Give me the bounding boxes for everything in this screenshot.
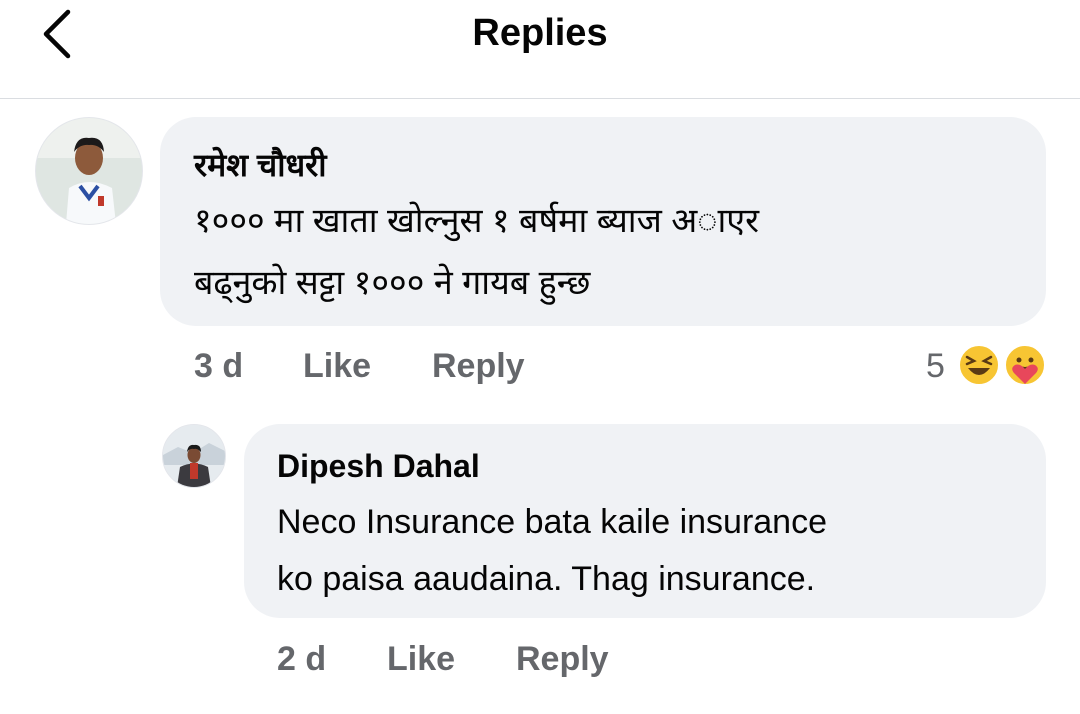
comment-timestamp: 3 d — [194, 347, 244, 385]
comment-text-line: बढ्नुको सट्टा १००० ने गायब हुन्छ — [194, 264, 591, 302]
avatar[interactable] — [35, 117, 143, 225]
reaction-count[interactable]: 5 — [926, 347, 945, 386]
comment-bubble[interactable]: रमेश चौधरी १००० मा खाता खोल्नुस १ बर्षमा… — [160, 117, 1046, 326]
care-emoji-icon[interactable] — [1004, 344, 1046, 386]
person-avatar-icon — [36, 118, 142, 224]
reply-author[interactable]: Dipesh Dahal — [277, 448, 480, 485]
comment-text-line: १००० मा खाता खोल्नुस १ बर्षमा ब्याज अाएर — [194, 202, 759, 240]
top-bar: Replies — [0, 0, 1080, 99]
laughing-emoji-icon[interactable] — [958, 344, 1000, 386]
like-button[interactable]: Like — [303, 347, 371, 386]
reply-button[interactable]: Reply — [516, 640, 609, 679]
avatar[interactable] — [162, 424, 226, 488]
like-button[interactable]: Like — [387, 640, 455, 679]
reply-text-line: Neco Insurance bata kaile insurance — [277, 503, 827, 541]
page-title: Replies — [472, 12, 608, 54]
comment-author[interactable]: रमेश चौधरी — [194, 143, 327, 186]
person-avatar-icon — [163, 425, 225, 487]
reply-bubble[interactable]: Dipesh Dahal Neco Insurance bata kaile i… — [244, 424, 1046, 618]
reply-button[interactable]: Reply — [432, 347, 525, 386]
reply-timestamp: 2 d — [277, 640, 327, 678]
reply-text-line: ko paisa aaudaina. Thag insurance. — [277, 560, 816, 598]
